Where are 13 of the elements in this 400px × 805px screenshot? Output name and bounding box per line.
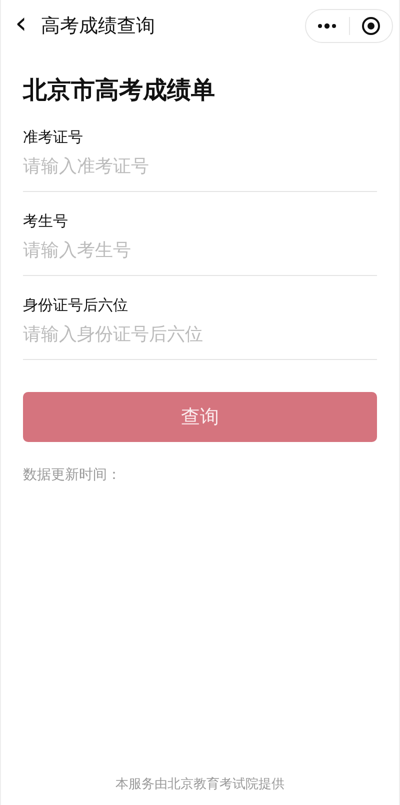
page-title: 北京市高考成绩单 bbox=[23, 75, 216, 106]
input-field[interactable]: 请输入身份证号后六位 bbox=[23, 321, 377, 347]
nav-title: 高考成绩查询 bbox=[41, 14, 156, 39]
more-icon bbox=[317, 23, 338, 29]
target-icon bbox=[360, 16, 381, 36]
input-field[interactable]: 请输入考生号 bbox=[23, 237, 377, 263]
field-label: 准考证号 bbox=[23, 128, 84, 147]
field-label: 身份证号后六位 bbox=[23, 296, 129, 315]
field-label: 考生号 bbox=[23, 212, 69, 231]
footer-text: 本服务由北京教育考试院提供 bbox=[116, 776, 284, 794]
input-field[interactable]: 请输入准考证号 bbox=[23, 153, 377, 179]
back-button[interactable]: ‹ bbox=[13, 9, 35, 43]
update-time: 数据更新时间： bbox=[23, 466, 121, 484]
